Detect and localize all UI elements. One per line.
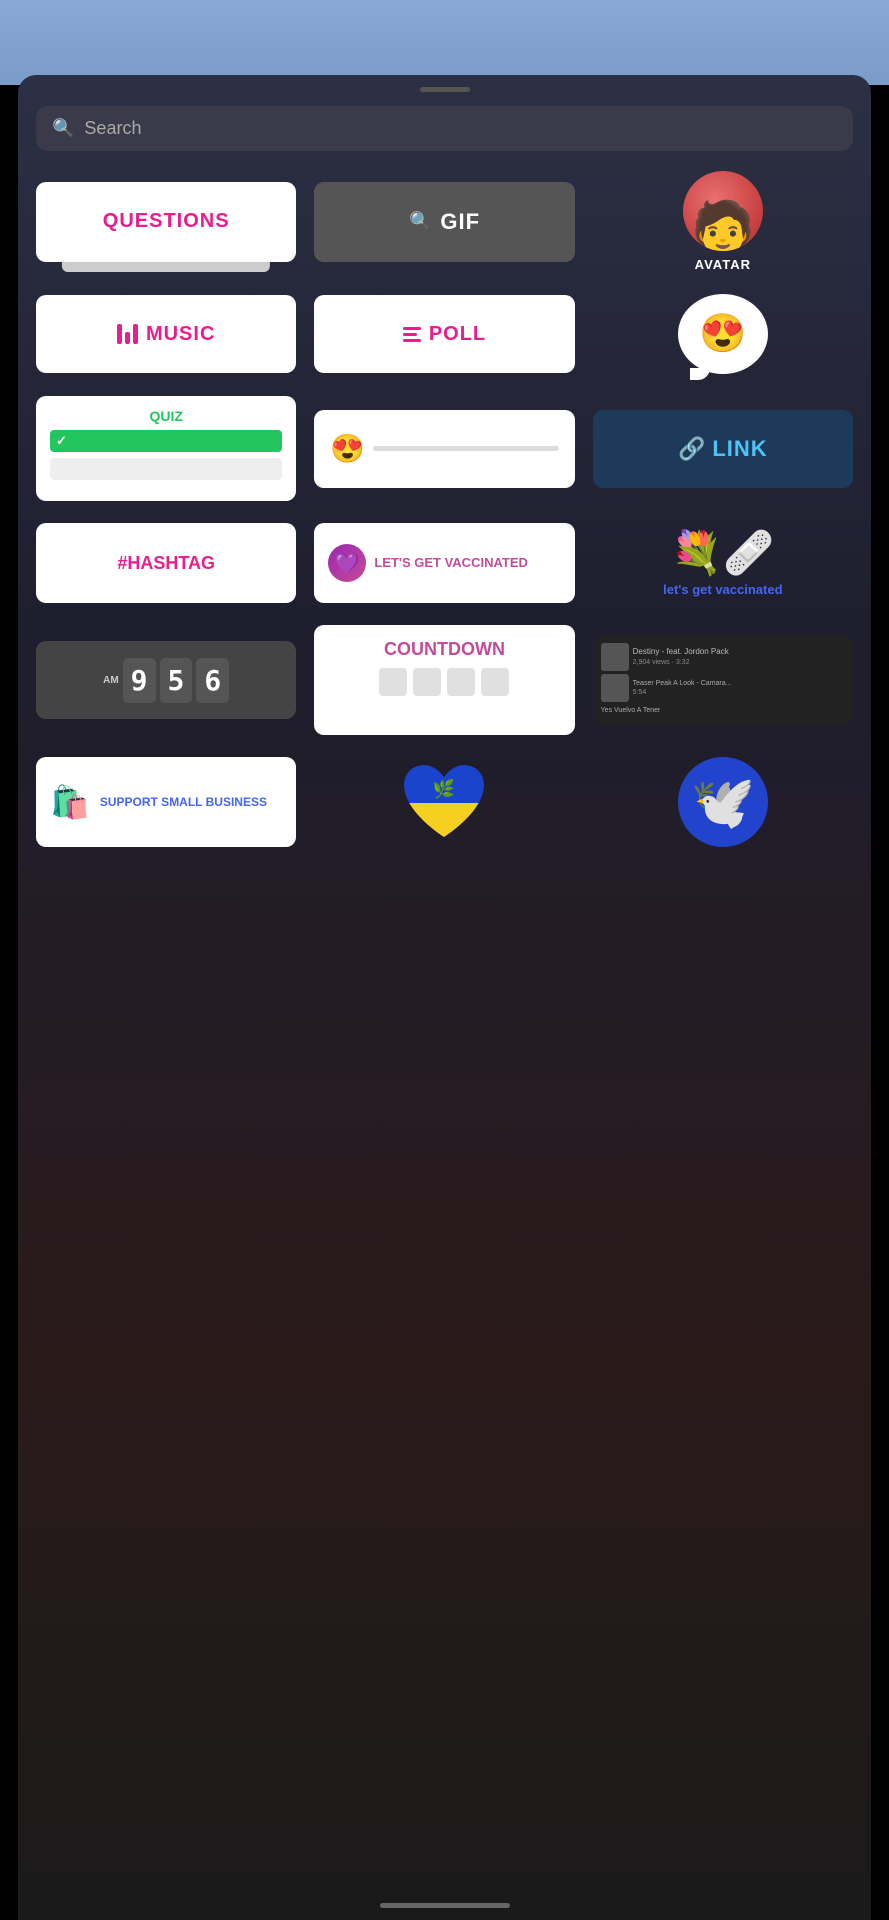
sticker-music-preview[interactable]: Destiny - feat. Jordon Pack 2,904 views … <box>593 625 853 735</box>
home-indicator[interactable] <box>380 1903 510 1908</box>
quiz-answer-bar-correct: ✓ <box>50 430 282 452</box>
sticker-time[interactable]: AM 9 5 6 <box>36 625 296 735</box>
vaccinated-heart-icon: 💜 <box>328 544 366 582</box>
sticker-music[interactable]: MUSIC <box>36 294 296 374</box>
quiz-title: QUIZ <box>50 408 282 424</box>
sticker-hashtag[interactable]: #HASHTAG <box>36 523 296 603</box>
search-icon: 🔍 <box>52 118 74 139</box>
sticker-vaccinated[interactable]: 💜 LET'S GET VACCINATED <box>314 523 574 603</box>
sticker-support-small-business[interactable]: 🛍️ SUPPORT SMALL BUSINESS <box>36 757 296 847</box>
time-flip-9: 9 <box>123 658 156 703</box>
slider-track <box>373 446 558 451</box>
sticker-quiz[interactable]: QUIZ ✓ <box>36 396 296 501</box>
sticker-questions[interactable]: QUESTIONS <box>36 171 296 272</box>
svg-text:🌿: 🌿 <box>433 778 455 799</box>
search-bar[interactable]: 🔍 Search <box>36 106 853 151</box>
vacc-flower-bandaid-icon: 💐🩹 <box>671 529 776 578</box>
sticker-gif[interactable]: 🔍 GIF <box>314 171 574 272</box>
gif-search-icon: 🔍 <box>409 211 432 232</box>
bottom-bar <box>0 1890 889 1920</box>
time-flip-5: 5 <box>160 658 193 703</box>
sticker-vaccinated-illustrated[interactable]: 💐🩹 let's get vaccinated <box>593 523 853 603</box>
top-bar <box>0 0 889 85</box>
sticker-ukraine-heart[interactable]: 🌿 <box>314 757 574 847</box>
vacc-illus-label: let's get vaccinated <box>663 582 782 598</box>
ukraine-heart-icon: 🌿 <box>399 757 489 847</box>
questions-label: QUESTIONS <box>103 210 230 233</box>
link-chain-icon: 🔗 <box>678 436 706 462</box>
vaccinated-label: LET'S GET VACCINATED <box>374 555 528 571</box>
music-bars-icon <box>117 324 138 344</box>
gif-label: GIF <box>440 209 480 235</box>
slider-emoji: 😍 <box>330 432 365 465</box>
poll-lines-icon <box>403 327 421 342</box>
sticker-link[interactable]: 🔗 LINK <box>593 396 853 501</box>
time-ampm: AM <box>103 675 119 686</box>
poll-label: POLL <box>429 323 486 346</box>
avatar-label: AVATAR <box>695 257 751 272</box>
emoji-chat-bubble: 😍 <box>678 294 768 374</box>
sticker-avatar[interactable]: 🧑 AVATAR <box>593 171 853 272</box>
sticker-poll[interactable]: POLL <box>314 294 574 374</box>
hashtag-label: #HASHTAG <box>117 553 215 574</box>
countdown-title: COUNTDOWN <box>384 639 505 660</box>
sticker-countdown[interactable]: COUNTDOWN <box>314 625 574 735</box>
drag-handle[interactable] <box>420 87 470 92</box>
countdown-boxes <box>379 668 509 696</box>
link-label: LINK <box>712 436 767 462</box>
sticker-emoji-chat[interactable]: 😍 <box>593 294 853 374</box>
sticker-slider[interactable]: 😍 <box>314 396 574 501</box>
search-input-placeholder: Search <box>84 118 141 139</box>
shopping-bag-icon: 🛍️ <box>50 783 90 821</box>
peace-dove-icon: 🕊️ <box>678 757 768 847</box>
sticker-grid: QUESTIONS 🔍 GIF 🧑 AVATAR <box>18 171 871 847</box>
music-preview-content: Destiny - feat. Jordon Pack 2,904 views … <box>601 643 845 714</box>
support-label: SUPPORT SMALL BUSINESS <box>100 795 267 809</box>
sheet-container: 🔍 Search QUESTIONS 🔍 GIF 🧑 AVATAR <box>18 75 871 1920</box>
music-label: MUSIC <box>146 323 215 346</box>
time-flip-6: 6 <box>196 658 229 703</box>
avatar-image: 🧑 <box>683 171 763 251</box>
quiz-answer-bar-empty <box>50 458 282 480</box>
sticker-peace-dove[interactable]: 🕊️ <box>593 757 853 847</box>
